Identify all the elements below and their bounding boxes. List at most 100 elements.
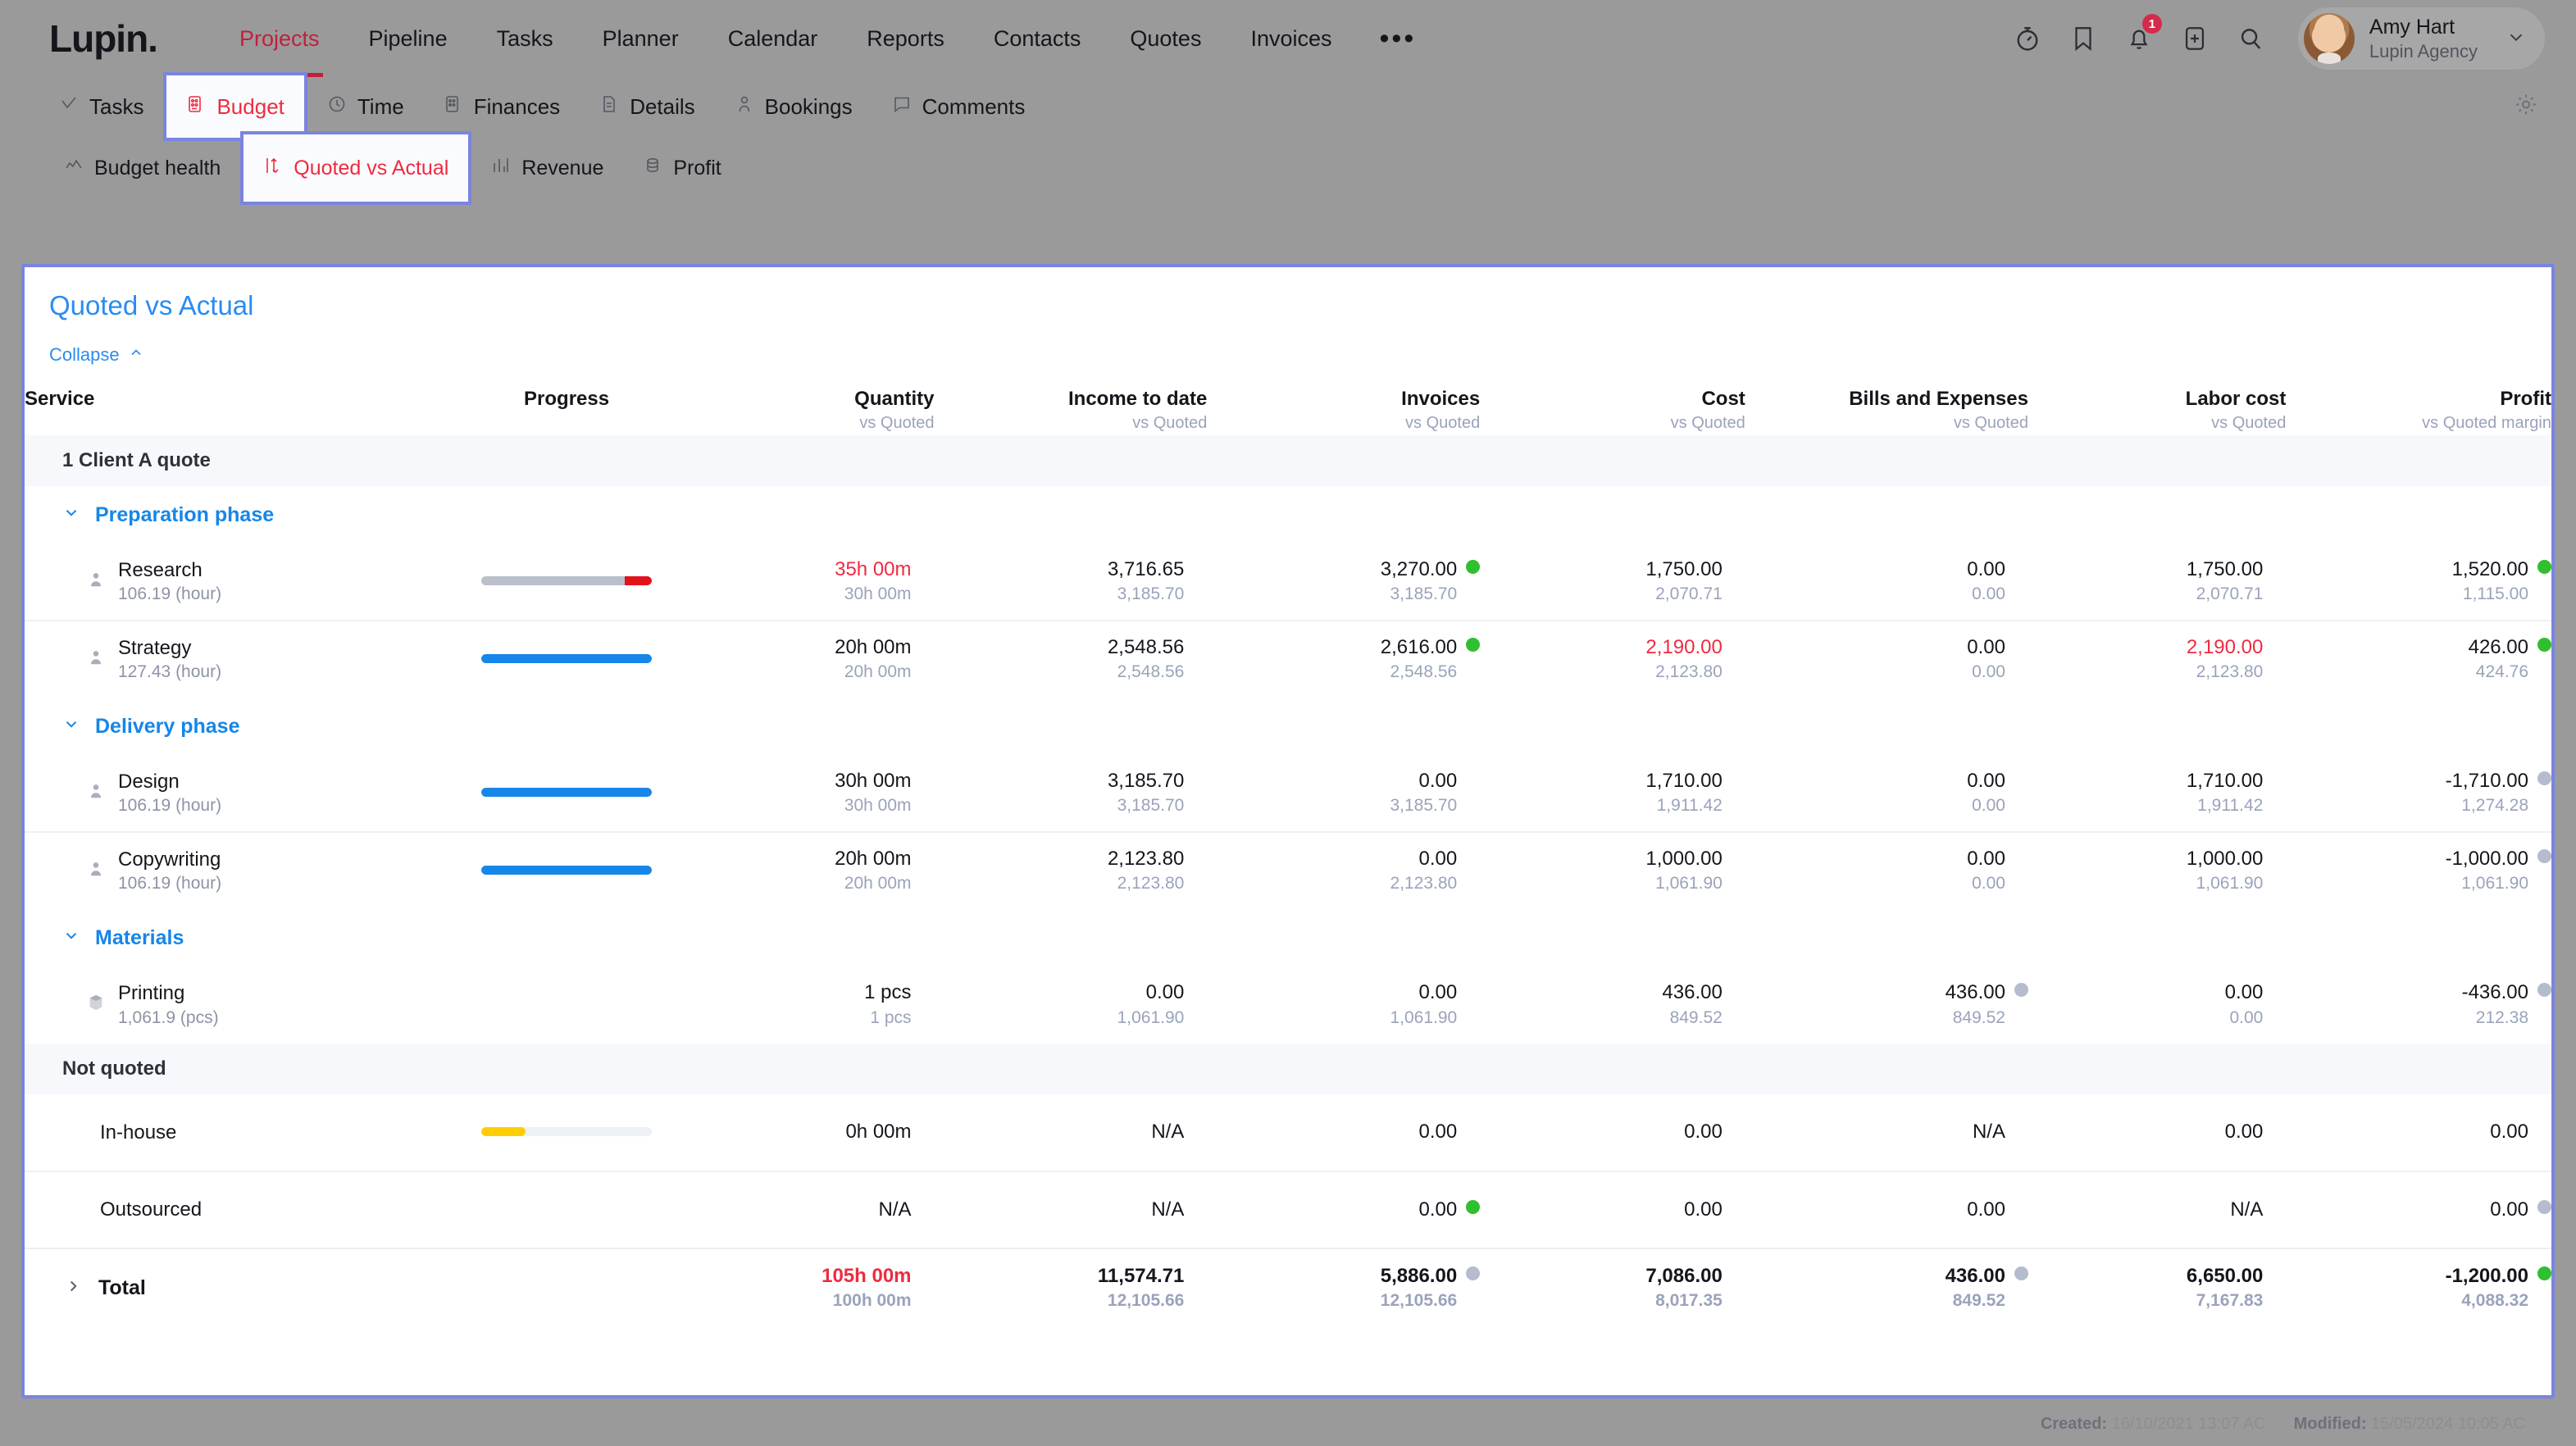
status-dot-grey — [2537, 1199, 2551, 1214]
col-header-cost: Cost vs Quoted — [1670, 388, 1745, 432]
subtab-budget-health[interactable]: Budget health — [44, 136, 240, 200]
service-cell: Copywriting 106.19 (hour) — [25, 831, 435, 909]
primary-tab-bar: Tasks Budget Time Finances Details Booki… — [0, 72, 2576, 141]
bookmark-icon[interactable] — [2055, 11, 2111, 66]
box-icon — [87, 994, 105, 1016]
cell-primary-value: 0.00 — [1684, 1121, 1723, 1144]
progress-cell — [434, 831, 699, 909]
cell-primary-value: 5,886.00 — [1207, 1263, 1481, 1289]
search-icon[interactable] — [2223, 11, 2278, 66]
bell-icon[interactable]: 1 — [2111, 11, 2167, 66]
value-cell: 1,750.00 2,070.71 — [2028, 543, 2286, 621]
phase-row[interactable]: Preparation phase — [25, 486, 2551, 543]
nav-link-pipeline[interactable]: Pipeline — [344, 0, 472, 77]
status-dot-green — [2537, 637, 2551, 652]
finances-icon — [444, 94, 463, 120]
subtab-profit[interactable]: Profit — [623, 136, 740, 200]
total-value-cell: 6,650.00 7,167.83 — [2028, 1248, 2287, 1327]
nav-link-quotes[interactable]: Quotes — [1105, 0, 1226, 77]
nav-link-calendar[interactable]: Calendar — [703, 0, 843, 77]
timer-icon[interactable] — [2000, 11, 2055, 66]
total-row[interactable]: Total 105h 00m 100h 00m 11,574.71 12,105.66 5… — [25, 1248, 2551, 1327]
tab-time[interactable]: Time — [307, 77, 424, 136]
tab-finances[interactable]: Finances — [424, 77, 580, 136]
status-dot-grey — [2014, 983, 2028, 998]
clock-icon — [327, 94, 347, 120]
person-icon — [87, 860, 105, 882]
cell-primary-value: 2,190.00 — [2186, 635, 2264, 658]
user-menu[interactable]: Amy Hart Lupin Agency — [2297, 7, 2545, 70]
value-cell: 0.00 — [2028, 1094, 2286, 1171]
value-cell: -1,000.00 1,061.90 — [2286, 831, 2551, 909]
cell-quoted-value: 2,070.71 — [2196, 584, 2264, 604]
cell-quoted-value: 4,088.32 — [2461, 1291, 2528, 1311]
table-row[interactable]: Copywriting 106.19 (hour) 20h 00m 20h 00m 2,… — [25, 831, 2551, 909]
add-icon[interactable] — [2167, 11, 2223, 66]
value-cell: 1,710.00 1,911.42 — [2028, 755, 2286, 832]
phase-name: Materials — [95, 925, 184, 949]
phase-row[interactable]: Delivery phase — [25, 698, 2551, 755]
table-row[interactable]: Printing 1,061.9 (pcs) 1 pcs 1 pcs 0.00 1,061… — [25, 966, 2551, 1044]
table-row[interactable]: In-house 0h 00m N/A 0.00 0.00 N/A 0.00 0.00 — [25, 1094, 2551, 1171]
value-cell: 1,710.00 1,911.42 — [1480, 755, 1745, 832]
created-label: Created: — [2040, 1414, 2108, 1433]
cell-quoted-value: 20h 00m — [844, 874, 912, 894]
page-footer: Created: 16/10/2021 13:07 AC Modified: 1… — [0, 1402, 2576, 1446]
cell-quoted-value: 30h 00m — [844, 584, 912, 604]
table-row[interactable]: Strategy 127.43 (hour) 20h 00m 20h 00m 2,548… — [25, 620, 2551, 698]
chevron-right-icon[interactable] — [64, 1277, 82, 1299]
cell-quoted-value: 2,123.80 — [1655, 662, 1723, 682]
nav-link-tasks[interactable]: Tasks — [472, 0, 578, 77]
cell-quoted-value: 1,061.90 — [2196, 874, 2264, 894]
cell-quoted-value: 3,185.70 — [1117, 796, 1185, 816]
table-row[interactable]: Research 106.19 (hour) 35h 00m 30h 00m 3,716… — [25, 543, 2551, 621]
nav-link-reports[interactable]: Reports — [842, 0, 969, 77]
cell-quoted-value: 0.00 — [1972, 796, 2005, 816]
value-cell: 2,616.00 2,548.56 — [1207, 620, 1481, 698]
nav-overflow-button[interactable]: ••• — [1357, 6, 1440, 71]
cell-primary-value: 1,520.00 — [2286, 557, 2551, 583]
nav-link-projects[interactable]: Projects — [215, 0, 344, 77]
chevron-up-icon — [128, 344, 144, 366]
col-header-invoices: Invoices vs Quoted — [1401, 388, 1481, 432]
tab-label: Details — [630, 93, 695, 119]
value-cell: 0.00 1,061.90 — [1207, 966, 1480, 1044]
cell-primary-value: 0.00 — [1967, 769, 2005, 792]
tab-label: Comments — [922, 93, 1026, 119]
chevron-down-icon[interactable] — [62, 503, 80, 527]
main-nav-links: Projects Pipeline Tasks Planner Calendar… — [215, 0, 1439, 77]
page-title: Quoted vs Actual — [49, 290, 254, 321]
progress-bar — [481, 787, 653, 797]
chevron-down-icon[interactable] — [62, 926, 80, 950]
total-value-cell: -1,200.00 4,088.32 — [2286, 1248, 2551, 1327]
subtab-quoted-vs-actual[interactable]: Quoted vs Actual — [240, 131, 472, 205]
user-name: Amy Hart — [2369, 15, 2455, 39]
collapse-toggle[interactable]: Collapse — [25, 321, 144, 366]
nav-link-planner[interactable]: Planner — [578, 0, 703, 77]
settings-gear-icon[interactable] — [2514, 93, 2538, 121]
cell-primary-value: 0.00 — [2490, 1121, 2528, 1144]
app-logo[interactable]: Lupin. — [49, 20, 158, 57]
value-cell: 0.00 3,185.70 — [1207, 755, 1480, 832]
cell-primary-value: N/A — [1151, 1198, 1185, 1221]
cell-quoted-value: 12,105.66 — [1107, 1291, 1185, 1311]
cell-primary-value: N/A — [878, 1198, 912, 1221]
cell-primary-value: 0.00 — [1967, 635, 2005, 658]
check-icon — [59, 94, 79, 120]
tab-details[interactable]: Details — [580, 77, 714, 136]
table-row[interactable]: Design 106.19 (hour) 30h 00m 30h 00m 3,185.7… — [25, 755, 2551, 832]
subtab-label: Quoted vs Actual — [294, 156, 449, 180]
nav-link-contacts[interactable]: Contacts — [969, 0, 1106, 77]
tab-bookings[interactable]: Bookings — [715, 77, 872, 136]
cell-primary-value: 20h 00m — [835, 635, 912, 658]
cell-primary-value: 1,000.00 — [1645, 847, 1723, 870]
table-row[interactable]: Outsourced N/A N/A 0.00 0.00 0.00 N/A 0.00 — [25, 1171, 2551, 1248]
cell-primary-value: 20h 00m — [835, 847, 912, 870]
tab-tasks[interactable]: Tasks — [39, 77, 163, 136]
phase-row[interactable]: Materials — [25, 909, 2551, 966]
tab-comments[interactable]: Comments — [872, 77, 1045, 136]
tab-label: Time — [357, 93, 404, 119]
nav-link-invoices[interactable]: Invoices — [1226, 0, 1356, 77]
chevron-down-icon[interactable] — [62, 715, 80, 739]
subtab-revenue[interactable]: Revenue — [471, 136, 623, 200]
